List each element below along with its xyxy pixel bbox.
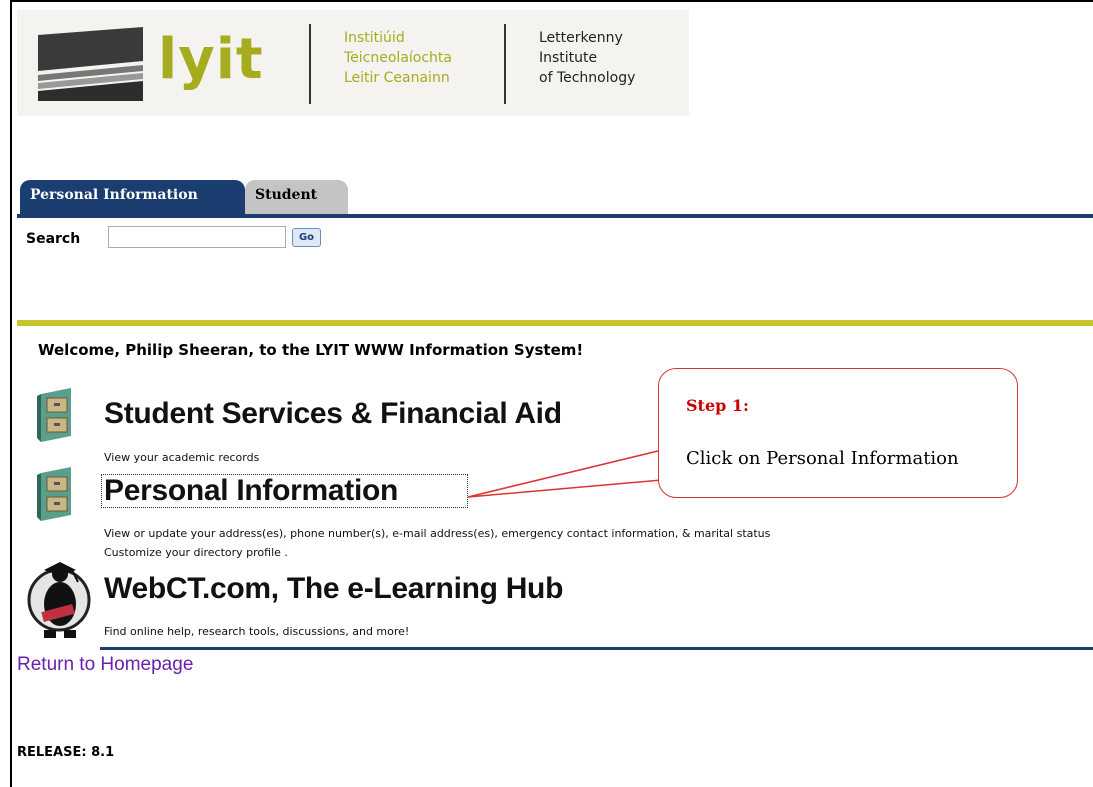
file-cabinet-icon[interactable] bbox=[37, 467, 75, 521]
tab-personal-information[interactable]: Personal Information bbox=[20, 180, 245, 216]
menu-student-services-desc: View your academic records bbox=[104, 451, 260, 464]
go-button[interactable]: Go bbox=[292, 228, 321, 247]
logo-irish-line: Teicneolaíochta bbox=[344, 50, 452, 66]
logo-divider bbox=[309, 24, 311, 104]
search-input[interactable] bbox=[108, 226, 286, 248]
section-divider bbox=[17, 320, 1093, 326]
logo-irish-line: Institiúid bbox=[344, 30, 405, 46]
directory-profile-link[interactable]: Customize your directory profile . bbox=[104, 546, 288, 559]
callout-title: Step 1: bbox=[686, 396, 749, 415]
step-callout: Step 1: Click on Personal Information bbox=[658, 368, 1018, 498]
logo-english-line: of Technology bbox=[539, 70, 636, 86]
logo-wordmark: lyit bbox=[158, 27, 264, 92]
menu-personal-information-link[interactable]: Personal Information bbox=[104, 476, 398, 506]
welcome-message: Welcome, Philip Sheeran, to the LYIT WWW… bbox=[38, 341, 584, 359]
logo-english-name: Letterkenny Institute of Technology bbox=[539, 28, 635, 88]
logo-irish-line: Leitir Ceanainn bbox=[344, 70, 450, 86]
menu-webct-desc: Find online help, research tools, discus… bbox=[104, 625, 410, 638]
menu-webct-link[interactable]: WebCT.com, The e-Learning Hub bbox=[104, 574, 563, 604]
logo-irish-name: Institiúid Teicneolaíochta Leitir Ceanai… bbox=[344, 28, 452, 88]
logo-english-line: Institute bbox=[539, 50, 598, 66]
release-version: RELEASE: 8.1 bbox=[17, 745, 115, 760]
callout-text: Click on Personal Information bbox=[686, 448, 959, 469]
return-to-homepage-link[interactable]: Return to Homepage bbox=[17, 654, 193, 676]
tab-bar-divider bbox=[17, 214, 1093, 218]
logo-english-line: Letterkenny bbox=[539, 30, 623, 46]
menu-personal-information-desc: View or update your address(es), phone n… bbox=[104, 527, 771, 540]
menu-student-services-link[interactable]: Student Services & Financial Aid bbox=[104, 399, 562, 429]
lyit-building-icon bbox=[38, 27, 143, 101]
search-label: Search bbox=[26, 231, 81, 247]
logo-divider bbox=[504, 24, 506, 104]
graduate-mascot-icon[interactable] bbox=[22, 560, 97, 640]
footer-divider bbox=[100, 647, 1093, 650]
lyit-logo: lyit Institiúid Teicneolaíochta Leitir C… bbox=[17, 10, 689, 116]
file-cabinet-icon[interactable] bbox=[37, 388, 75, 442]
tab-student[interactable]: Student bbox=[245, 180, 348, 216]
